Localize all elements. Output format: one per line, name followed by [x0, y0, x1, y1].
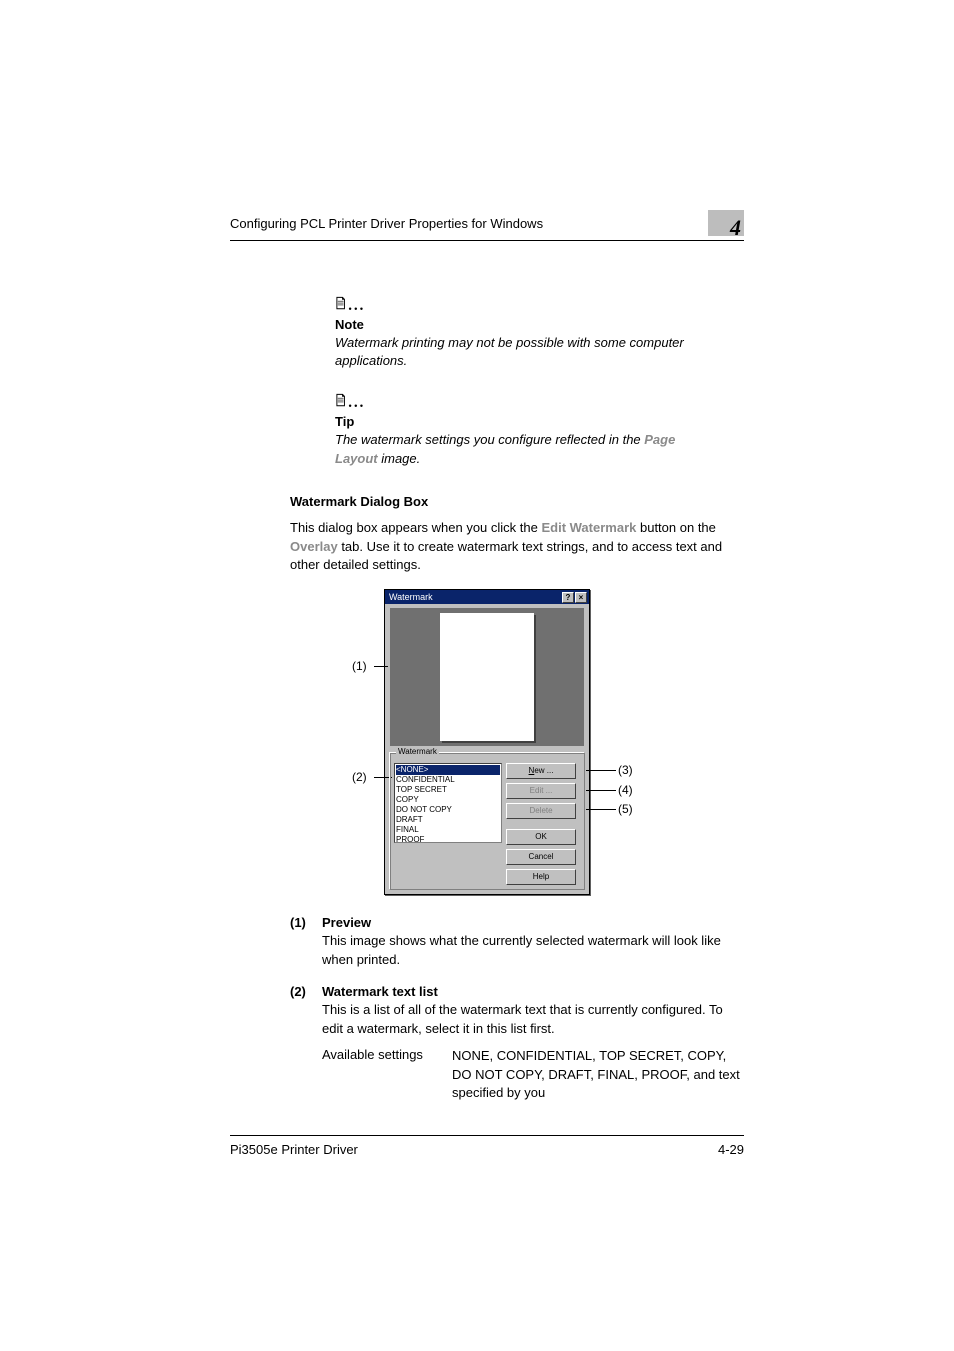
- watermark-list[interactable]: <NONE> CONFIDENTIAL TOP SECRET COPY DO N…: [394, 763, 502, 843]
- note-body: Watermark printing may not be possible w…: [335, 334, 715, 370]
- new-button[interactable]: New ...: [506, 763, 576, 779]
- callout-3: (3): [618, 763, 633, 777]
- definition-item-2: (2) Watermark text list This is a list o…: [290, 984, 744, 1103]
- def-body: This image shows what the currently sele…: [322, 932, 744, 970]
- note-icon: [335, 291, 369, 313]
- preview-area: [390, 608, 584, 746]
- callout-line-4: [586, 790, 616, 791]
- avail-values: NONE, CONFIDENTIAL, TOP SECRET, COPY, DO…: [452, 1047, 744, 1104]
- titlebar[interactable]: Watermark ? ×: [385, 590, 589, 604]
- groupbox-label: Watermark: [396, 747, 439, 756]
- dialog-figure: (1) (2) (3) (4) (5) Watermark ? ×: [230, 589, 744, 895]
- list-item[interactable]: FINAL: [396, 825, 500, 835]
- delete-button[interactable]: Delete: [506, 803, 576, 819]
- list-item[interactable]: DO NOT COPY: [396, 805, 500, 815]
- avail-label: Available settings: [322, 1047, 452, 1104]
- cancel-button[interactable]: Cancel: [506, 849, 576, 865]
- tip-suffix: image.: [378, 451, 421, 466]
- footer-left: Pi3505e Printer Driver: [230, 1142, 358, 1157]
- callout-line-5: [586, 809, 616, 810]
- callout-line-1: [374, 666, 388, 667]
- titlebar-text: Watermark: [387, 592, 433, 602]
- callout-line-3: [586, 770, 616, 771]
- list-item[interactable]: TOP SECRET: [396, 785, 500, 795]
- list-item[interactable]: PROOF: [396, 835, 500, 843]
- section-link-edit: Edit Watermark: [541, 520, 636, 535]
- callout-4: (4): [618, 783, 633, 797]
- titlebar-close-button[interactable]: ×: [575, 592, 587, 603]
- available-settings-row: Available settings NONE, CONFIDENTIAL, T…: [322, 1047, 744, 1104]
- list-item[interactable]: COPY: [396, 795, 500, 805]
- ok-button[interactable]: OK: [506, 829, 576, 845]
- tip-block: Tip The watermark settings you configure…: [335, 388, 744, 467]
- preview-page: [440, 613, 534, 741]
- callout-5: (5): [618, 802, 633, 816]
- section-link-overlay: Overlay: [290, 539, 338, 554]
- page-footer: Pi3505e Printer Driver 4-29: [230, 1135, 744, 1157]
- def-title: Watermark text list: [322, 984, 744, 999]
- def-body: This is a list of all of the watermark t…: [322, 1001, 744, 1039]
- section-prefix: This dialog box appears when you click t…: [290, 520, 541, 535]
- tip-icon: [335, 388, 369, 410]
- definition-list: (1) Preview This image shows what the cu…: [290, 915, 744, 1103]
- list-item[interactable]: <NONE>: [396, 765, 500, 775]
- callout-2: (2): [352, 770, 367, 784]
- callout-1: (1): [352, 659, 367, 673]
- watermark-groupbox: Watermark <NONE> CONFIDENTIAL TOP SECRET…: [389, 752, 585, 890]
- tip-prefix: The watermark settings you configure ref…: [335, 432, 644, 447]
- list-item[interactable]: DRAFT: [396, 815, 500, 825]
- section-title: Watermark Dialog Box: [290, 494, 744, 509]
- page-header: Configuring PCL Printer Driver Propertie…: [230, 210, 744, 241]
- tip-body: The watermark settings you configure ref…: [335, 431, 715, 467]
- titlebar-help-button[interactable]: ?: [562, 592, 574, 603]
- def-title: Preview: [322, 915, 744, 930]
- chapter-number: 4: [730, 215, 741, 241]
- definition-item-1: (1) Preview This image shows what the cu…: [290, 915, 744, 970]
- edit-button[interactable]: Edit ...: [506, 783, 576, 799]
- chapter-box: 4: [708, 210, 744, 236]
- note-label: Note: [335, 317, 744, 332]
- help-button[interactable]: Help: [506, 869, 576, 885]
- list-item[interactable]: CONFIDENTIAL: [396, 775, 500, 785]
- section-body: This dialog box appears when you click t…: [290, 519, 744, 576]
- tip-label: Tip: [335, 414, 744, 429]
- note-block: Note Watermark printing may not be possi…: [335, 291, 744, 370]
- section-mid: button on the: [636, 520, 716, 535]
- header-title: Configuring PCL Printer Driver Propertie…: [230, 216, 543, 231]
- footer-right: 4-29: [718, 1142, 744, 1157]
- watermark-dialog: Watermark ? × Watermark <NONE> CONFIDENT…: [384, 589, 590, 895]
- def-num: (1): [290, 915, 322, 970]
- section-suffix: tab. Use it to create watermark text str…: [290, 539, 722, 573]
- def-num: (2): [290, 984, 322, 1103]
